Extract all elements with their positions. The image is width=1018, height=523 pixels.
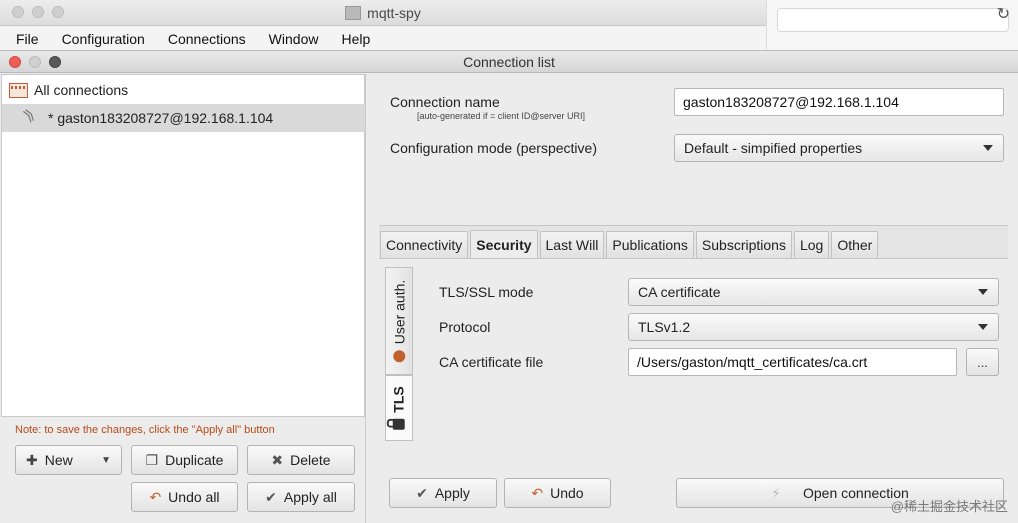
plus-icon: ✚	[26, 451, 38, 468]
connect-icon: ⚡	[771, 484, 781, 501]
background-titlebar: mqtt-spy	[0, 0, 766, 26]
new-button[interactable]: ✚ New ▼	[15, 445, 122, 475]
config-mode-value: Default - simpified properties	[684, 140, 863, 156]
tls-mode-label: TLS/SSL mode	[439, 284, 534, 300]
chevron-down-icon[interactable]: ▼	[101, 455, 111, 466]
tab-other[interactable]: Other	[831, 231, 879, 258]
tab-strip: Connectivity Security Last Will Publicat…	[380, 230, 880, 259]
apply-all-button-label: Apply all	[283, 489, 337, 505]
side-tab-tls[interactable]: TLS	[385, 375, 413, 441]
tab-subscriptions[interactable]: Subscriptions	[695, 231, 792, 258]
connection-name-field[interactable]: gaston183208727@192.168.1.104	[674, 88, 1004, 116]
tab-connectivity[interactable]: Connectivity	[380, 231, 469, 258]
config-mode-select[interactable]: Default - simpified properties	[674, 134, 1004, 162]
address-bar[interactable]	[777, 8, 1009, 32]
checkmark-icon: ✔	[265, 488, 277, 505]
ca-file-label: CA certificate file	[439, 354, 544, 370]
tab-last-will[interactable]: Last Will	[539, 231, 605, 258]
menu-help[interactable]: Help	[341, 27, 370, 51]
tab-publications[interactable]: Publications	[606, 231, 694, 258]
tab-log[interactable]: Log	[793, 231, 830, 258]
undo-all-button-label: Undo all	[168, 489, 220, 505]
protocol-label: Protocol	[439, 319, 491, 335]
undo-icon: ↶	[531, 484, 544, 501]
menu-connections[interactable]: Connections	[168, 27, 246, 51]
tls-mode-value: CA certificate	[638, 284, 721, 300]
connection-signal-icon	[24, 109, 42, 127]
undo-button-label: Undo	[550, 485, 584, 501]
menu-file[interactable]: File	[16, 27, 39, 51]
chevron-down-icon	[978, 324, 988, 330]
app-icon	[345, 6, 362, 20]
connection-item[interactable]: * gaston183208727@192.168.1.104	[2, 104, 365, 132]
tls-mode-select[interactable]: CA certificate	[628, 278, 999, 306]
browser-toolbar: ↻	[766, 0, 1018, 50]
save-note: Note: to save the changes, click the "Ap…	[15, 424, 275, 436]
folder-icon	[9, 82, 28, 98]
users-icon	[393, 350, 405, 363]
background-title-text: mqtt-spy	[367, 5, 421, 21]
duplicate-button-label: Duplicate	[165, 452, 224, 468]
tree-root[interactable]: All connections	[9, 80, 128, 100]
watermark: @稀土掘金技术社区	[890, 499, 1008, 514]
lock-icon	[393, 418, 406, 430]
protocol-select[interactable]: TLSv1.2	[628, 313, 999, 341]
reload-icon[interactable]: ↻	[997, 4, 1010, 24]
delete-button-label: Delete	[290, 452, 331, 468]
duplicate-icon: ❐	[145, 451, 159, 468]
checkmark-icon: ✔	[416, 484, 428, 501]
undo-button[interactable]: ↶ Undo	[504, 478, 611, 508]
apply-button-label: Apply	[434, 485, 470, 501]
menu-window[interactable]: Window	[269, 27, 319, 51]
tab-security[interactable]: Security	[470, 230, 538, 259]
tree-root-label: All connections	[34, 82, 129, 98]
security-tab-content: User auth. TLS TLS/SSL mode CA certifica…	[379, 258, 1008, 515]
window-titlebar: Connection list	[0, 51, 1018, 73]
background-window-title: mqtt-spy	[0, 5, 766, 21]
undo-icon: ↶	[149, 488, 162, 505]
side-tab-tls-label: TLS	[391, 386, 408, 430]
connections-pane: All connections * gaston183208727@192.16…	[0, 74, 366, 523]
connection-list-window: Connection list All connections * gaston…	[0, 50, 1018, 523]
delete-icon: ✖	[271, 451, 284, 468]
background-window: mqtt-spy File Configuration Connections …	[0, 0, 1018, 51]
undo-all-button[interactable]: ↶ Undo all	[131, 482, 238, 512]
side-tab-tls-text: TLS	[391, 386, 408, 413]
ca-file-field[interactable]: /Users/gaston/mqtt_certificates/ca.crt	[628, 348, 957, 376]
side-tab-user-auth-text: User auth.	[391, 279, 407, 345]
menu-configuration[interactable]: Configuration	[62, 27, 145, 51]
duplicate-button[interactable]: ❐ Duplicate	[131, 445, 238, 475]
side-tab-user-auth-label: User auth.	[391, 280, 407, 363]
config-mode-label: Configuration mode (perspective)	[390, 140, 597, 156]
protocol-value: TLSv1.2	[638, 319, 691, 335]
chevron-down-icon	[983, 145, 993, 151]
browse-button[interactable]: ...	[966, 348, 999, 376]
window-title: Connection list	[463, 54, 555, 70]
apply-all-button[interactable]: ✔ Apply all	[247, 482, 355, 512]
side-tab-user-auth[interactable]: User auth.	[385, 267, 413, 375]
connection-item-label: * gaston183208727@192.168.1.104	[48, 110, 274, 126]
connections-tree: All connections * gaston183208727@192.16…	[1, 74, 365, 417]
connection-name-hint: [auto-generated if = client ID@server UR…	[417, 111, 585, 121]
chevron-down-icon	[978, 289, 988, 295]
apply-button[interactable]: ✔ Apply	[389, 478, 497, 508]
connection-name-label: Connection name	[390, 94, 500, 110]
connection-editor: Connection name [auto-generated if = cli…	[369, 74, 1018, 523]
delete-button[interactable]: ✖ Delete	[247, 445, 355, 475]
settings-tabs: Connectivity Security Last Will Publicat…	[379, 225, 1008, 515]
menu-bar: File Configuration Connections Window He…	[0, 27, 766, 51]
new-button-label: New	[44, 452, 73, 468]
